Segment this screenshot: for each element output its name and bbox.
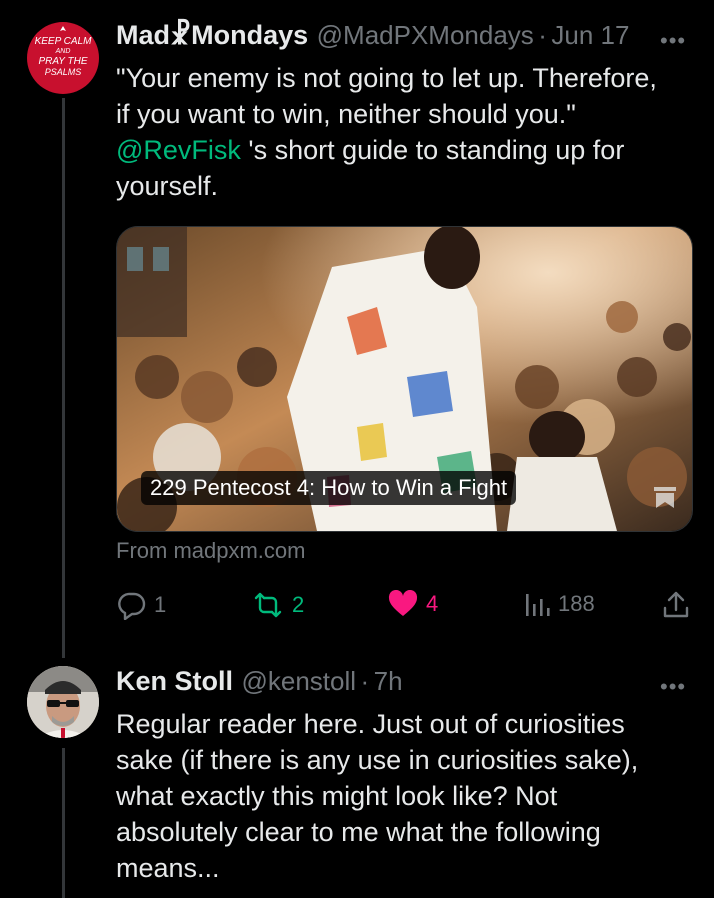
- share-icon: [663, 591, 689, 618]
- tweet2-header: Ken Stoll @kenstoll · 7h: [116, 666, 403, 697]
- views-count: 188: [558, 591, 595, 616]
- heart-icon: [388, 590, 418, 616]
- tweet-text-line: if you want to win, neither should you.": [116, 99, 576, 129]
- thread-line-bottom: [62, 748, 65, 898]
- display-name[interactable]: Mad☧Mondays: [116, 20, 308, 50]
- tweet-text-line: absolutely clear to me what the followin…: [116, 817, 601, 847]
- keep-calm-logo: KEEP CALM AND PRAY THE PSALMS: [35, 26, 93, 77]
- reply-count: 1: [154, 592, 167, 617]
- like-button[interactable]: 4: [388, 590, 438, 618]
- more-options-icon[interactable]: •••: [660, 674, 686, 700]
- card-title[interactable]: 229 Pentecost 4: How to Win a Fight: [141, 471, 517, 505]
- thread-line-top: [62, 98, 65, 658]
- tweet-text-line: sake (if there is any use in curiosities…: [116, 745, 639, 775]
- card-source[interactable]: From madpxm.com: [116, 538, 305, 564]
- profile-photo: [27, 666, 99, 738]
- tweet-text-line: "Your enemy is not going to let up. Ther…: [116, 63, 657, 93]
- svg-text:PSALMS: PSALMS: [45, 67, 82, 77]
- reply-icon: [118, 592, 146, 620]
- reply-button[interactable]: 1: [116, 590, 166, 620]
- more-options-icon[interactable]: •••: [660, 28, 686, 54]
- tweet-text-line: @RevFisk 's short guide to standing up f…: [116, 135, 625, 165]
- link-card[interactable]: 229 Pentecost 4: How to Win a Fight: [116, 226, 693, 532]
- tweet-date[interactable]: Jun 17: [551, 20, 629, 50]
- tweet-text-line: what exactly this might look like? Not: [116, 781, 558, 811]
- tweet-time[interactable]: 7h: [374, 666, 403, 696]
- tweet1-header: Mad☧Mondays @MadPXMondays · Jun 17: [116, 20, 629, 51]
- repost-count: 2: [292, 592, 305, 617]
- separator: ·: [538, 20, 547, 50]
- repost-button[interactable]: 2: [252, 590, 304, 620]
- svg-text:PRAY THE: PRAY THE: [38, 56, 87, 67]
- tweet2-body: Regular reader here. Just out of curiosi…: [116, 706, 706, 886]
- tweet-text-line: means...: [116, 853, 220, 883]
- handle[interactable]: @kenstoll: [241, 666, 356, 696]
- mention-link[interactable]: @RevFisk: [116, 135, 241, 165]
- handle[interactable]: @MadPXMondays: [317, 20, 534, 50]
- avatar-kenstoll[interactable]: [27, 666, 99, 738]
- tweet-text-line: yourself.: [116, 171, 219, 201]
- svg-text:AND: AND: [55, 48, 71, 55]
- bookmark-icon: [652, 484, 678, 515]
- tweet-text-line: Regular reader here. Just out of curiosi…: [116, 709, 625, 739]
- tweet1-body: "Your enemy is not going to let up. Ther…: [116, 60, 706, 204]
- repost-icon: [254, 592, 282, 618]
- share-button[interactable]: [662, 590, 690, 620]
- views-icon: [526, 594, 550, 616]
- avatar-madmondays[interactable]: KEEP CALM AND PRAY THE PSALMS: [27, 22, 99, 94]
- views-button[interactable]: 188: [524, 590, 595, 618]
- separator: ·: [360, 666, 370, 696]
- like-count: 4: [426, 591, 439, 616]
- svg-text:KEEP CALM: KEEP CALM: [35, 36, 93, 47]
- display-name[interactable]: Ken Stoll: [116, 666, 233, 696]
